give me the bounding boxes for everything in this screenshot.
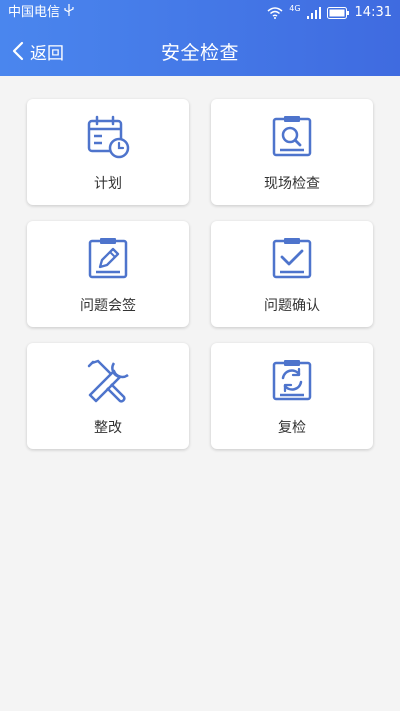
network-label: 4G (289, 4, 301, 13)
calendar-clock-icon (84, 113, 132, 161)
back-button[interactable]: 返回 (12, 38, 64, 64)
clipboard-check-icon (268, 235, 316, 283)
menu-card-label: 计划 (94, 176, 122, 192)
clock: 14:31 (354, 5, 392, 20)
menu-card-site-inspection[interactable]: 现场检查 (211, 99, 373, 205)
menu-card-label: 问题会签 (80, 298, 136, 314)
wifi-icon (267, 7, 283, 19)
menu-card-plan[interactable]: 计划 (27, 99, 189, 205)
menu-card-issue-countersign[interactable]: 问题会签 (27, 221, 189, 327)
menu-card-label: 问题确认 (264, 298, 320, 314)
tools-icon (84, 357, 132, 405)
battery-icon (326, 7, 349, 19)
menu-card-rectification[interactable]: 整改 (27, 343, 189, 449)
menu-card-issue-confirm[interactable]: 问题确认 (211, 221, 373, 327)
menu-grid: 计划 现场检查 问题会签 问题确认 整改 复检 (27, 99, 373, 449)
menu-card-reinspection[interactable]: 复检 (211, 343, 373, 449)
clipboard-search-icon (268, 113, 316, 161)
menu-card-label: 现场检查 (264, 176, 320, 192)
back-label: 返回 (30, 43, 64, 64)
status-bar: 中国电信 4G 14:31 (0, 0, 400, 26)
clipboard-refresh-icon (268, 357, 316, 405)
menu-card-label: 复检 (278, 420, 306, 436)
app-header: 中国电信 4G 14:31 返回 安全检查 (0, 0, 400, 76)
carrier-label: 中国电信 (8, 5, 61, 20)
usb-icon (64, 4, 74, 16)
status-right: 4G 14:31 (267, 0, 392, 26)
clipboard-edit-icon (84, 235, 132, 283)
chevron-left-icon (12, 41, 24, 61)
menu-card-label: 整改 (94, 420, 122, 436)
status-left: 中国电信 (8, 0, 74, 26)
signal-icon (306, 7, 321, 19)
navbar: 返回 安全检查 (0, 26, 400, 76)
